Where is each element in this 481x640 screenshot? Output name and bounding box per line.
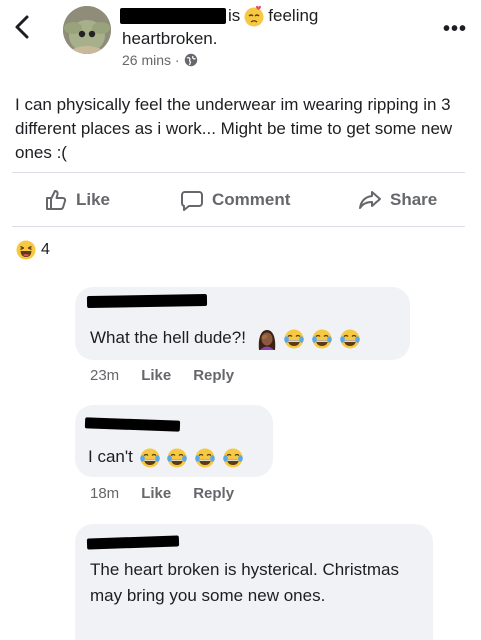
comment-bubble-icon	[181, 191, 203, 211]
comment-like-button-1[interactable]: Like	[141, 367, 171, 384]
post-screen: is feeling heartbroken. 26 mins · ••• I …	[0, 0, 481, 640]
comment-like-button-2[interactable]: Like	[141, 485, 171, 502]
globe-icon	[184, 53, 197, 67]
divider-bottom	[12, 226, 465, 227]
feeling-label: feeling	[268, 6, 319, 25]
post-body: I can physically feel the underwear im w…	[15, 95, 453, 162]
like-button[interactable]: Like	[44, 182, 110, 218]
thumbs-up-icon	[46, 190, 67, 210]
comment-reply-button-2[interactable]: Reply	[193, 485, 234, 502]
comment-reply-button-1[interactable]: Reply	[193, 367, 234, 384]
redacted-author-name	[120, 8, 226, 24]
tears-of-joy-emoji-icon	[312, 329, 332, 349]
back-chevron-icon[interactable]	[10, 14, 36, 40]
feeling-line: is feeling	[228, 5, 318, 27]
action-bar: Like Comment Share	[0, 182, 481, 218]
comment-time-2: 18m	[90, 485, 120, 502]
share-button[interactable]: Share	[358, 182, 437, 218]
comment-text-3: The heart broken is hysterical. Christma…	[90, 560, 399, 605]
like-label: Like	[76, 190, 111, 209]
comment-meta-1: 23m Like Reply	[90, 367, 256, 384]
post-meta: 26 mins ·	[122, 52, 198, 68]
comment-meta-2: 18m Like Reply	[90, 485, 256, 502]
share-arrow-icon	[359, 191, 381, 209]
comment-button[interactable]: Comment	[180, 182, 290, 218]
comment-label: Comment	[212, 190, 291, 209]
haha-reaction-icon	[16, 240, 36, 260]
redacted-commenter-name	[86, 293, 208, 309]
tears-of-joy-emoji-icon	[284, 329, 305, 349]
comment-text-1: What the hell dude?!	[90, 325, 361, 351]
heartbroken-emoji-icon	[244, 5, 264, 27]
woman-facepalm-emoji-icon	[258, 329, 275, 350]
tears-of-joy-emoji-icon	[195, 448, 215, 468]
share-label: Share	[390, 190, 438, 209]
comment-text-2: I can't	[88, 444, 244, 470]
tears-of-joy-emoji-icon	[340, 329, 360, 349]
reactions-summary[interactable]: 4	[16, 240, 50, 260]
divider-top	[12, 172, 465, 173]
post-time: 26 mins ·	[122, 52, 180, 68]
feeling-value: heartbroken.	[122, 29, 218, 48]
tears-of-joy-emoji-icon	[167, 448, 188, 468]
comment-time-1: 23m	[90, 367, 120, 384]
reaction-count: 4	[41, 241, 50, 258]
tears-of-joy-emoji-icon	[222, 448, 243, 468]
author-suffix: is	[228, 6, 241, 25]
tears-of-joy-emoji-icon	[139, 448, 160, 468]
more-options-icon[interactable]: •••	[443, 18, 467, 41]
author-avatar[interactable]	[63, 6, 111, 54]
